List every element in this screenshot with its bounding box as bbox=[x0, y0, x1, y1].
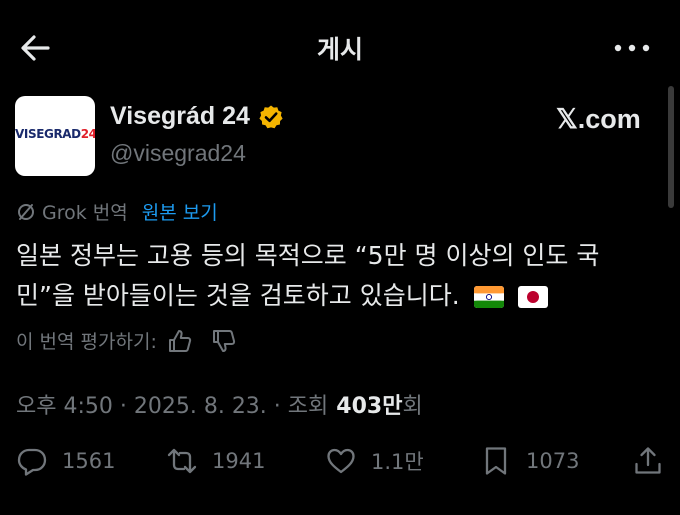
action-bar: 1561 1941 1.1만 1073 bbox=[0, 445, 680, 485]
post-timestamp[interactable]: 오후 4:50 · 2025. 8. 23. · 조회 bbox=[16, 388, 328, 420]
verified-badge-icon[interactable] bbox=[258, 104, 284, 130]
author-name-row: Visegrád 24 bbox=[110, 102, 284, 131]
scrollbar[interactable] bbox=[668, 86, 674, 208]
avatar-logo: VISEGRAD24 bbox=[15, 127, 95, 141]
view-count-suffix: 회 bbox=[402, 394, 423, 419]
india-flag-icon bbox=[473, 286, 504, 308]
rate-translation-label: 이 번역 평가하기: bbox=[16, 331, 157, 353]
repost-icon bbox=[167, 448, 197, 474]
grok-translation-label: Grok 번역 bbox=[42, 202, 128, 224]
bookmark-button[interactable]: 1073 bbox=[480, 445, 579, 477]
rate-translation-row: 이 번역 평가하기: bbox=[16, 327, 237, 354]
share-icon bbox=[635, 447, 661, 474]
thumbs-up-icon[interactable] bbox=[167, 328, 193, 354]
japan-flag-icon bbox=[517, 286, 548, 308]
like-button[interactable]: 1.1만 bbox=[325, 445, 424, 477]
post-meta: 오후 4:50 · 2025. 8. 23. · 조회 403만 회 bbox=[16, 388, 423, 420]
grok-icon bbox=[18, 203, 34, 220]
top-bar: 게시 bbox=[0, 0, 680, 92]
post-text-line: 일본 정부는 고용 등의 목적으로 “5만 명 이상의 인도 국 bbox=[16, 241, 600, 270]
bookmark-icon bbox=[485, 447, 507, 475]
post-text: 일본 정부는 고용 등의 목적으로 “5만 명 이상의 인도 국 민”을 받아들… bbox=[16, 236, 656, 316]
repost-count: 1941 bbox=[212, 449, 266, 473]
more-options-button[interactable] bbox=[612, 36, 652, 60]
heart-icon bbox=[327, 448, 355, 474]
bookmark-count: 1073 bbox=[526, 449, 580, 473]
avatar[interactable]: VISEGRAD24 bbox=[15, 96, 95, 176]
reply-icon bbox=[17, 448, 47, 476]
post-text-line-2: 민”을 받아들이는 것을 검토하고 있습니다. bbox=[16, 276, 656, 316]
author-handle[interactable]: @visegrad24 bbox=[110, 140, 246, 167]
translation-row: Grok 번역 원본 보기 bbox=[16, 198, 218, 225]
brand-watermark: 𝕏.com bbox=[556, 104, 641, 134]
repost-button[interactable]: 1941 bbox=[166, 445, 265, 477]
reply-count: 1561 bbox=[62, 449, 116, 473]
thumbs-down-icon[interactable] bbox=[211, 328, 237, 354]
page-title: 게시 bbox=[316, 35, 363, 64]
like-count: 1.1만 bbox=[371, 450, 424, 474]
more-horizontal-icon bbox=[614, 44, 650, 52]
reply-button[interactable]: 1561 bbox=[16, 445, 115, 477]
share-button[interactable] bbox=[632, 445, 664, 477]
author-name[interactable]: Visegrád 24 bbox=[110, 102, 250, 131]
view-count: 403만 bbox=[336, 394, 403, 419]
view-original-link[interactable]: 원본 보기 bbox=[142, 198, 218, 225]
